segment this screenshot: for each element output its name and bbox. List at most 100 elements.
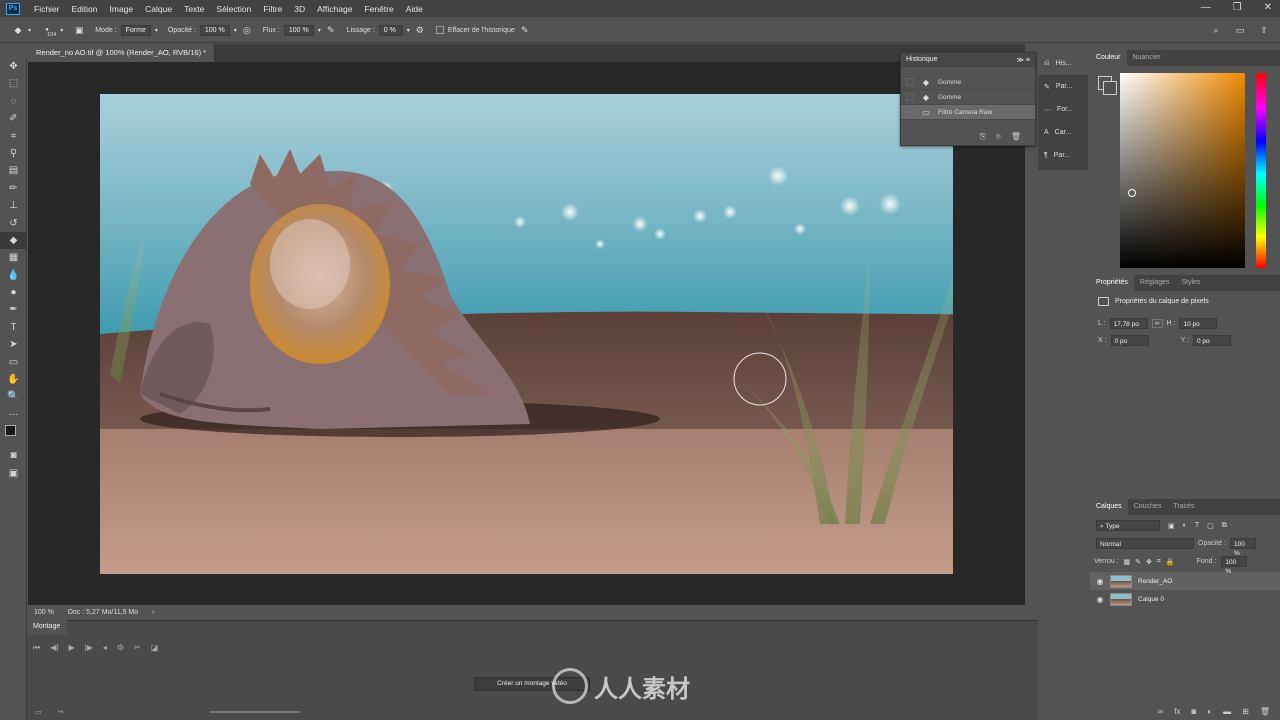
visibility-eye-icon[interactable]: ◉ xyxy=(1090,595,1110,604)
hue-slider[interactable] xyxy=(1256,73,1266,268)
restore-icon[interactable]: ❐ xyxy=(1233,2,1242,13)
camera-snapshot-icon[interactable]: ⌾ xyxy=(996,132,1001,142)
history-brush-tool-icon[interactable]: ↺ xyxy=(0,215,27,232)
fg-bg-swatches[interactable] xyxy=(1098,76,1117,95)
flux-field[interactable]: 100 % xyxy=(283,24,314,36)
clone-stamp-tool-icon[interactable]: ⊥ xyxy=(0,197,27,214)
new-layer-icon[interactable]: ⊞ xyxy=(1242,707,1249,716)
airbrush-icon[interactable]: ✎ xyxy=(325,24,337,36)
color-swatches[interactable] xyxy=(0,423,27,447)
layer-row[interactable]: ◉ Calque 0 xyxy=(1090,590,1280,608)
dock-paragraph[interactable]: ¶ Par... xyxy=(1038,144,1088,167)
marquee-tool-icon[interactable]: ⬚ xyxy=(0,75,27,92)
foreground-color-swatch[interactable] xyxy=(5,425,16,437)
play-icon[interactable]: ▶ xyxy=(68,643,74,653)
lasso-tool-icon[interactable]: ◌ xyxy=(0,93,27,110)
split-icon[interactable]: ✂ xyxy=(134,643,141,653)
menu-fichier[interactable]: Fichier xyxy=(28,4,66,14)
layer-row[interactable]: ◉ Render_AO xyxy=(1090,572,1280,590)
pen-tool-icon[interactable]: ✒ xyxy=(0,301,27,318)
menu-affichage[interactable]: Affichage xyxy=(311,4,358,14)
go-to-first-frame-icon[interactable]: ⏮ xyxy=(33,643,40,653)
menu-image[interactable]: Image xyxy=(104,4,140,14)
tab-nuancier[interactable]: Nuancier xyxy=(1127,50,1167,66)
history-item[interactable]: ◆ Gomme xyxy=(901,75,1035,90)
filter-pixel-icon[interactable]: ▣ xyxy=(1168,522,1175,530)
panel-menu-icon[interactable]: ≫ ≡ xyxy=(1017,56,1030,64)
color-picker-field[interactable] xyxy=(1120,73,1245,268)
x-field[interactable]: 0 po xyxy=(1110,335,1149,346)
history-source-checkbox[interactable] xyxy=(906,78,914,86)
menu-edition[interactable]: Edition xyxy=(66,4,104,14)
path-selection-tool-icon[interactable]: ➤ xyxy=(0,336,27,353)
y-field[interactable]: 0 po xyxy=(1193,335,1231,346)
eyedropper-tool-icon[interactable]: ⚲ xyxy=(0,145,27,162)
add-mask-icon[interactable]: ◙ xyxy=(1191,707,1196,716)
dodge-tool-icon[interactable]: ● xyxy=(0,284,27,301)
lock-pixels-icon[interactable]: ✎ xyxy=(1135,558,1141,566)
tab-styles[interactable]: Styles xyxy=(1175,275,1206,291)
document-tab[interactable]: Render_no AO.tif @ 100% (Render_AO, RVB/… xyxy=(28,44,216,62)
pressure-size-icon[interactable]: ✎ xyxy=(519,24,531,36)
lock-position-icon[interactable]: ✥ xyxy=(1146,558,1152,566)
tab-couleur[interactable]: Couleur xyxy=(1090,50,1127,66)
zoom-tool-icon[interactable]: 🔍 xyxy=(0,388,27,405)
lock-all-icon[interactable]: 🔒 xyxy=(1166,558,1175,566)
layer-style-icon[interactable]: fx xyxy=(1174,707,1180,716)
filter-shape-icon[interactable]: ▢ xyxy=(1207,522,1214,530)
audio-icon[interactable]: ◂ xyxy=(103,643,107,653)
history-source-checkbox[interactable] xyxy=(906,93,914,101)
color-picker-cursor[interactable] xyxy=(1128,189,1136,197)
history-item[interactable]: ▭ Filtre Camera Raw xyxy=(901,105,1035,120)
next-frame-icon[interactable]: |▶ xyxy=(85,643,93,653)
brush-tool-icon[interactable]: ✏ xyxy=(0,180,27,197)
tab-reglages[interactable]: Réglages xyxy=(1134,275,1176,291)
tab-traces[interactable]: Tracés xyxy=(1167,499,1200,515)
timeline-render-icon[interactable]: ▭ xyxy=(35,708,42,716)
eraser-tool-icon[interactable]: ◆ xyxy=(0,231,27,250)
menu-3d[interactable]: 3D xyxy=(288,4,311,14)
healing-brush-tool-icon[interactable]: ▤ xyxy=(0,162,27,179)
dock-brushes[interactable]: ⋯ For... xyxy=(1038,98,1088,121)
lock-transparency-icon[interactable]: ▦ xyxy=(1124,558,1131,566)
smoothing-field[interactable]: 0 % xyxy=(378,24,403,36)
quick-mask-icon[interactable]: ◙ xyxy=(0,447,27,464)
hand-tool-icon[interactable]: ✋ xyxy=(0,371,27,388)
trash-icon[interactable]: 🗑 xyxy=(1011,132,1021,142)
timeline-convert-icon[interactable]: ↪ xyxy=(58,708,64,716)
crop-tool-icon[interactable]: ⌗ xyxy=(0,128,27,145)
menu-filtre[interactable]: Filtre xyxy=(257,4,288,14)
tab-couches[interactable]: Couches xyxy=(1128,499,1168,515)
eraser-tool-preset-icon[interactable]: ◆ xyxy=(12,24,24,36)
tab-calques[interactable]: Calques xyxy=(1090,499,1128,515)
more-tools-icon[interactable]: ··· xyxy=(0,406,27,423)
dock-history[interactable]: ⎌ His... xyxy=(1038,52,1088,75)
type-tool-icon[interactable]: T xyxy=(0,319,27,336)
menu-calque[interactable]: Calque xyxy=(139,4,178,14)
settings-icon[interactable]: ⚙ xyxy=(117,643,124,653)
visibility-eye-icon[interactable]: ◉ xyxy=(1090,577,1110,586)
background-color-swatch[interactable] xyxy=(1103,81,1117,95)
transition-icon[interactable]: ◪ xyxy=(151,643,159,653)
blur-tool-icon[interactable]: 💧 xyxy=(0,267,27,284)
gradient-tool-icon[interactable]: ▦ xyxy=(0,249,27,266)
history-panel-header[interactable]: Historique ≫ ≡ xyxy=(901,53,1035,67)
timeline-zoom-slider[interactable] xyxy=(210,711,300,713)
menu-fenetre[interactable]: Fenêtre xyxy=(358,4,399,14)
filter-adjustment-icon[interactable]: ◐ xyxy=(1183,522,1187,529)
dock-character[interactable]: A Car... xyxy=(1038,121,1088,144)
filter-smart-object-icon[interactable]: ⧉ xyxy=(1222,522,1227,530)
share-icon[interactable]: ⇪ xyxy=(1258,24,1270,36)
brush-settings-icon[interactable]: ▣ xyxy=(73,24,85,36)
history-source-checkbox[interactable] xyxy=(906,108,914,116)
link-icon[interactable]: ∞ xyxy=(1151,319,1163,328)
new-adjustment-icon[interactable]: ◐ xyxy=(1207,707,1212,716)
dock-brush-settings[interactable]: ✎ Par... xyxy=(1038,75,1088,98)
menu-texte[interactable]: Texte xyxy=(178,4,210,14)
timeline-tab[interactable]: Montage xyxy=(27,620,67,635)
erase-history-checkbox[interactable] xyxy=(435,26,444,34)
opacity-field[interactable]: 100 % xyxy=(199,24,230,36)
menu-selection[interactable]: Sélection xyxy=(210,4,257,14)
document-image[interactable] xyxy=(100,94,953,574)
pressure-opacity-icon[interactable]: ◎ xyxy=(241,24,253,36)
